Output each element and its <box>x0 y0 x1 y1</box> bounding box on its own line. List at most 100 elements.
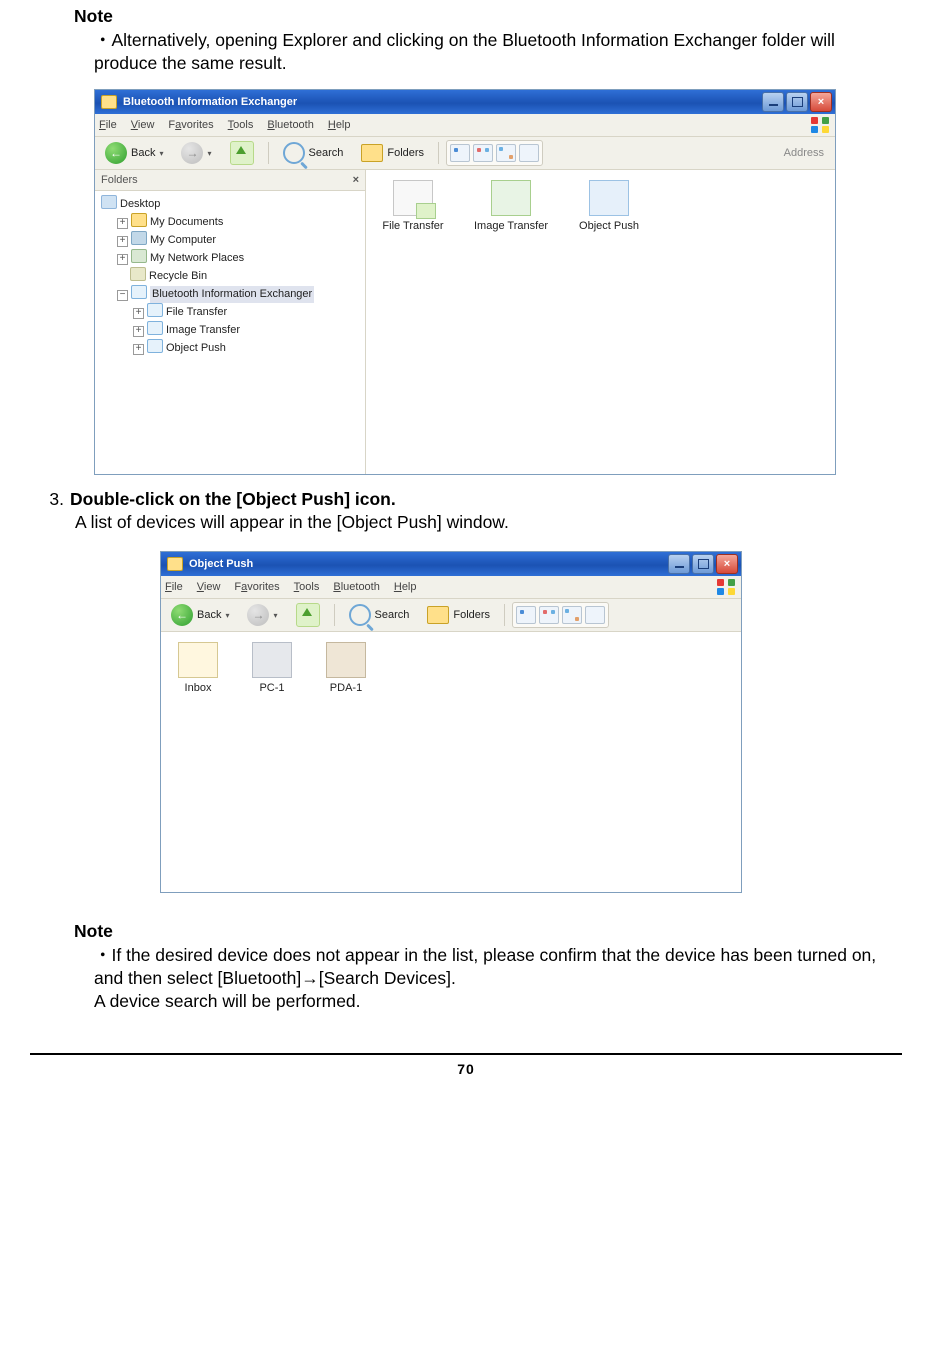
close-button[interactable]: × <box>716 554 738 574</box>
view-option-icon[interactable] <box>539 606 559 624</box>
folders-button[interactable]: Folders <box>420 601 497 629</box>
item-label: PDA-1 <box>330 682 362 694</box>
up-button[interactable] <box>289 601 327 629</box>
menu-help[interactable]: Help <box>328 119 351 131</box>
expand-icon[interactable]: + <box>117 254 128 265</box>
object-push-icon <box>147 339 163 353</box>
content-area: File Transfer Image Transfer Object Push <box>366 170 835 474</box>
folders-panel-title: Folders <box>101 174 138 186</box>
item-pc-1[interactable]: PC-1 <box>243 642 301 694</box>
view-option-icon[interactable] <box>450 144 470 162</box>
back-arrow-icon: ← <box>105 142 127 164</box>
search-label: Search <box>309 147 344 159</box>
menu-file[interactable]: File <box>165 581 183 593</box>
menu-tools[interactable]: Tools <box>294 581 320 593</box>
note-body-1: ・Alternatively, opening Explorer and cli… <box>94 29 902 75</box>
view-option-icon[interactable] <box>519 144 539 162</box>
menu-bluetooth[interactable]: Bluetooth <box>333 581 380 593</box>
back-button[interactable]: ← Back ▾ <box>98 139 170 167</box>
view-buttons[interactable] <box>446 140 543 166</box>
maximize-button[interactable] <box>786 92 808 112</box>
item-image-transfer[interactable]: Image Transfer <box>472 180 550 232</box>
step-body: A list of devices will appear in the [Ob… <box>75 512 932 533</box>
back-button[interactable]: ← Back ▾ <box>164 601 236 629</box>
folders-panel: Folders × Desktop + My Documents + My Comp… <box>95 170 366 474</box>
expand-icon[interactable]: + <box>117 236 128 247</box>
search-icon <box>349 604 371 626</box>
view-option-icon[interactable] <box>562 606 582 624</box>
back-dropdown-icon[interactable]: ▾ <box>159 149 163 158</box>
tree-file-transfer[interactable]: File Transfer <box>166 306 227 318</box>
view-option-icon[interactable] <box>516 606 536 624</box>
toolbar: ← Back ▾ → ▾ Search Folders <box>95 137 835 170</box>
item-pda-1[interactable]: PDA-1 <box>317 642 375 694</box>
image-transfer-icon <box>491 180 531 216</box>
minimize-button[interactable] <box>668 554 690 574</box>
panel-close-icon[interactable]: × <box>353 174 359 186</box>
search-button[interactable]: Search <box>276 139 351 167</box>
window-title: Bluetooth Information Exchanger <box>123 96 297 108</box>
close-button[interactable]: × <box>810 92 832 112</box>
menu-bar: File View Favorites Tools Bluetooth Help <box>95 114 835 137</box>
back-arrow-icon: ← <box>171 604 193 626</box>
expand-icon[interactable]: + <box>133 308 144 319</box>
back-dropdown-icon[interactable]: ▾ <box>225 611 229 620</box>
item-label: Object Push <box>579 220 639 232</box>
up-button[interactable] <box>223 139 261 167</box>
folders-button[interactable]: Folders <box>354 139 431 167</box>
menu-file[interactable]: File <box>99 119 117 131</box>
view-option-icon[interactable] <box>496 144 516 162</box>
menu-view[interactable]: View <box>197 581 221 593</box>
tree-recycle-bin[interactable]: Recycle Bin <box>149 270 207 282</box>
forward-dropdown-icon[interactable]: ▾ <box>207 149 211 158</box>
folder-icon <box>101 95 117 109</box>
menu-favorites[interactable]: Favorites <box>168 119 213 131</box>
up-icon <box>296 603 320 627</box>
note-body-2a: ・If the desired device does not appear i… <box>94 944 902 990</box>
forward-button[interactable]: → ▾ <box>174 139 218 167</box>
expand-icon[interactable]: + <box>117 218 128 229</box>
search-button[interactable]: Search <box>342 601 417 629</box>
item-label: Image Transfer <box>474 220 548 232</box>
tree-my-network-places[interactable]: My Network Places <box>150 252 244 264</box>
forward-dropdown-icon[interactable]: ▾ <box>273 611 277 620</box>
folder-tree[interactable]: Desktop + My Documents + My Computer + My N… <box>95 191 365 361</box>
menu-help[interactable]: Help <box>394 581 417 593</box>
tree-bluetooth-exchanger[interactable]: Bluetooth Information Exchanger <box>150 286 314 303</box>
forward-button[interactable]: → ▾ <box>240 601 284 629</box>
maximize-button[interactable] <box>692 554 714 574</box>
pda-icon <box>326 642 366 678</box>
tree-my-computer[interactable]: My Computer <box>150 234 216 246</box>
note-heading-2: Note <box>74 921 932 942</box>
view-option-icon[interactable] <box>473 144 493 162</box>
item-inbox[interactable]: Inbox <box>169 642 227 694</box>
item-file-transfer[interactable]: File Transfer <box>374 180 452 232</box>
folders-label: Folders <box>387 147 424 159</box>
menu-tools[interactable]: Tools <box>228 119 254 131</box>
minimize-button[interactable] <box>762 92 784 112</box>
collapse-icon[interactable]: − <box>117 290 128 301</box>
address-label: Address <box>784 147 832 159</box>
windows-flag-icon <box>811 117 829 133</box>
tree-object-push[interactable]: Object Push <box>166 342 226 354</box>
tree-my-documents[interactable]: My Documents <box>150 216 223 228</box>
expand-icon[interactable]: + <box>133 344 144 355</box>
titlebar[interactable]: Bluetooth Information Exchanger × <box>95 90 835 114</box>
titlebar[interactable]: Object Push × <box>161 552 741 576</box>
file-transfer-icon <box>147 303 163 317</box>
item-object-push[interactable]: Object Push <box>570 180 648 232</box>
menu-favorites[interactable]: Favorites <box>234 581 279 593</box>
view-buttons[interactable] <box>512 602 609 628</box>
menu-view[interactable]: View <box>131 119 155 131</box>
step-3: 3. Double-click on the [Object Push] ico… <box>34 489 932 510</box>
tree-image-transfer[interactable]: Image Transfer <box>166 324 240 336</box>
menu-bar: File View Favorites Tools Bluetooth Help <box>161 576 741 599</box>
folders-icon <box>361 144 383 162</box>
step-number: 3. <box>34 489 70 510</box>
expand-icon[interactable]: + <box>133 326 144 337</box>
back-label: Back <box>131 147 155 159</box>
tree-desktop[interactable]: Desktop <box>120 198 160 210</box>
menu-bluetooth[interactable]: Bluetooth <box>267 119 314 131</box>
view-option-icon[interactable] <box>585 606 605 624</box>
item-label: Inbox <box>185 682 212 694</box>
